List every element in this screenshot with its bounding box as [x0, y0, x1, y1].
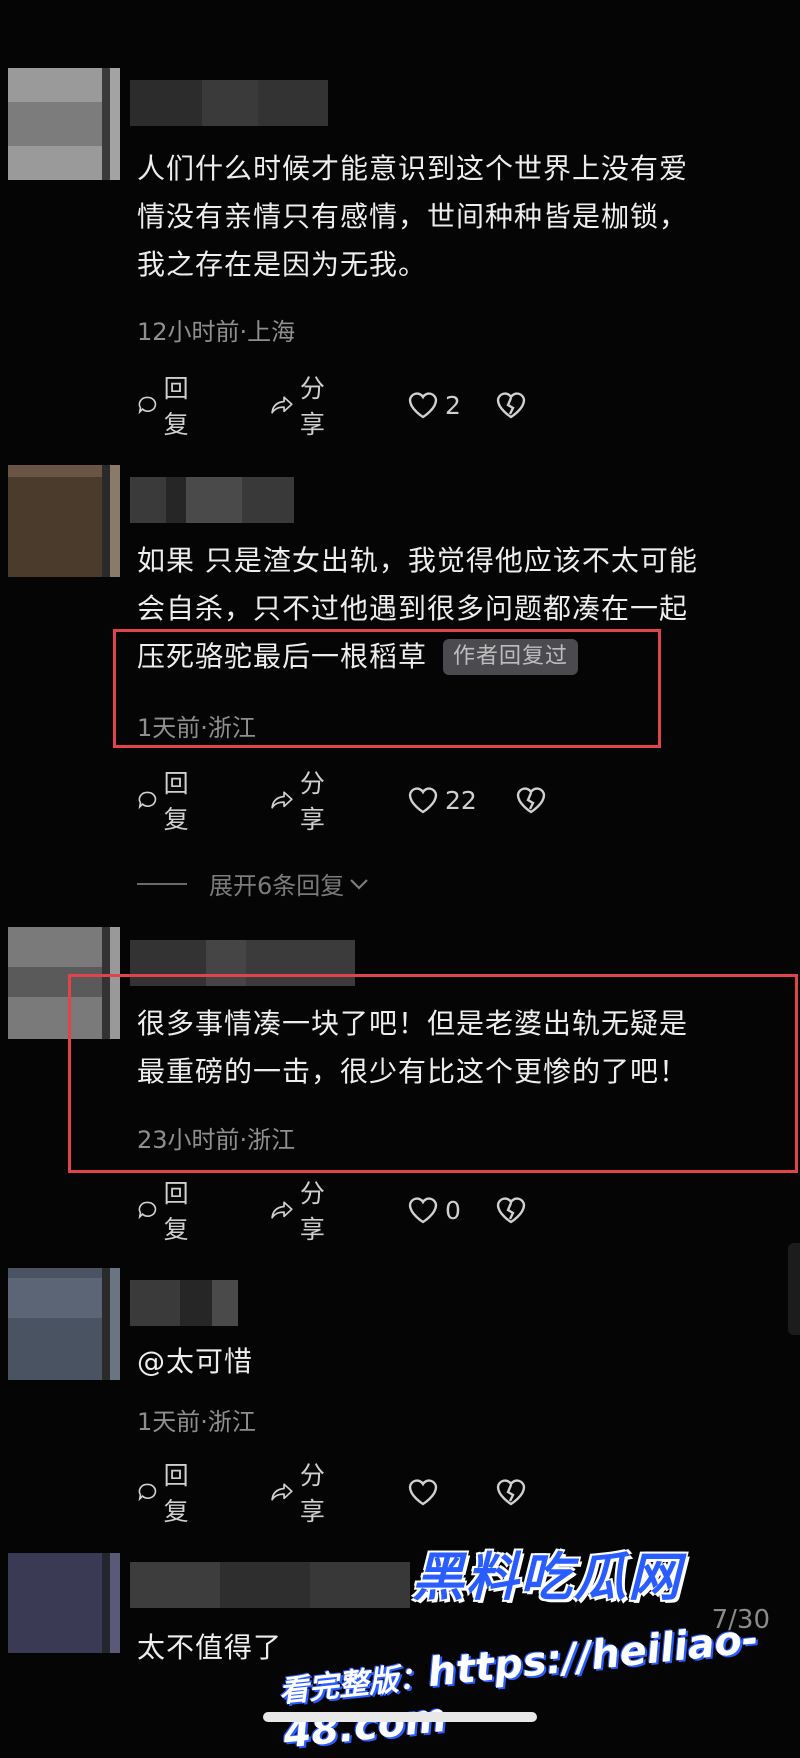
- chevron-down-icon: [350, 878, 369, 890]
- username-blurred[interactable]: [130, 477, 294, 523]
- heart-icon: [408, 1479, 438, 1506]
- watermark-title: 黑料吃瓜网: [412, 1548, 683, 1608]
- reply-icon: [138, 396, 157, 415]
- broken-heart-icon: [496, 392, 526, 419]
- username-blurred[interactable]: [130, 1280, 238, 1326]
- heart-icon: [408, 392, 438, 419]
- comment-text: 人们什么时候才能意识到这个世界上没有爱 情没有亲情只有感情，世间种种皆是枷锁， …: [137, 152, 689, 281]
- broken-heart-icon: [496, 1479, 526, 1506]
- dislike-button[interactable]: [495, 385, 527, 425]
- divider: [137, 882, 187, 885]
- reply-button[interactable]: 回复: [137, 769, 198, 834]
- comment-text: @太可惜: [137, 1338, 253, 1386]
- broken-heart-icon: [496, 1197, 526, 1224]
- username-blurred[interactable]: [130, 80, 328, 126]
- mention-link[interactable]: @太可惜: [137, 1338, 253, 1386]
- highlight-box: [113, 629, 661, 748]
- share-icon: [271, 791, 293, 809]
- like-button[interactable]: 2: [407, 385, 461, 425]
- comment-text: 太不值得了: [137, 1631, 283, 1664]
- comment-meta: 12小时前·上海: [137, 318, 296, 346]
- like-button[interactable]: 0: [407, 1190, 461, 1230]
- like-button[interactable]: [407, 1472, 445, 1512]
- share-button[interactable]: 分享: [270, 1461, 335, 1526]
- home-indicator[interactable]: [263, 1712, 537, 1722]
- like-count: 2: [445, 390, 461, 420]
- broken-heart-icon: [516, 787, 546, 814]
- avatar[interactable]: [8, 1553, 120, 1653]
- reply-button[interactable]: 回复: [137, 1179, 198, 1244]
- share-icon: [271, 396, 293, 414]
- scrollbar[interactable]: [788, 1243, 800, 1335]
- dislike-button[interactable]: [495, 1472, 527, 1512]
- like-count: 22: [445, 785, 477, 815]
- reply-button[interactable]: 回复: [137, 1461, 198, 1526]
- reply-button[interactable]: 回复: [137, 374, 198, 439]
- share-button[interactable]: 分享: [270, 374, 335, 439]
- share-icon: [271, 1201, 293, 1219]
- expand-replies-button[interactable]: 展开6条回复: [137, 866, 370, 901]
- share-button[interactable]: 分享: [270, 1179, 335, 1244]
- like-button[interactable]: 22: [407, 780, 477, 820]
- reply-icon: [138, 1201, 157, 1220]
- heart-icon: [408, 787, 438, 814]
- comment-meta: 1天前·浙江: [137, 1408, 256, 1436]
- avatar[interactable]: [8, 1268, 120, 1380]
- dislike-button[interactable]: [495, 1190, 527, 1230]
- avatar[interactable]: [8, 465, 120, 577]
- heart-icon: [408, 1197, 438, 1224]
- reply-icon: [138, 1483, 157, 1502]
- highlight-box: [68, 974, 798, 1173]
- share-icon: [271, 1483, 293, 1501]
- like-count: 0: [445, 1195, 461, 1225]
- username-blurred[interactable]: [130, 1562, 410, 1608]
- reply-icon: [138, 791, 157, 810]
- dislike-button[interactable]: [515, 780, 547, 820]
- avatar[interactable]: [8, 68, 120, 180]
- share-button[interactable]: 分享: [270, 769, 335, 834]
